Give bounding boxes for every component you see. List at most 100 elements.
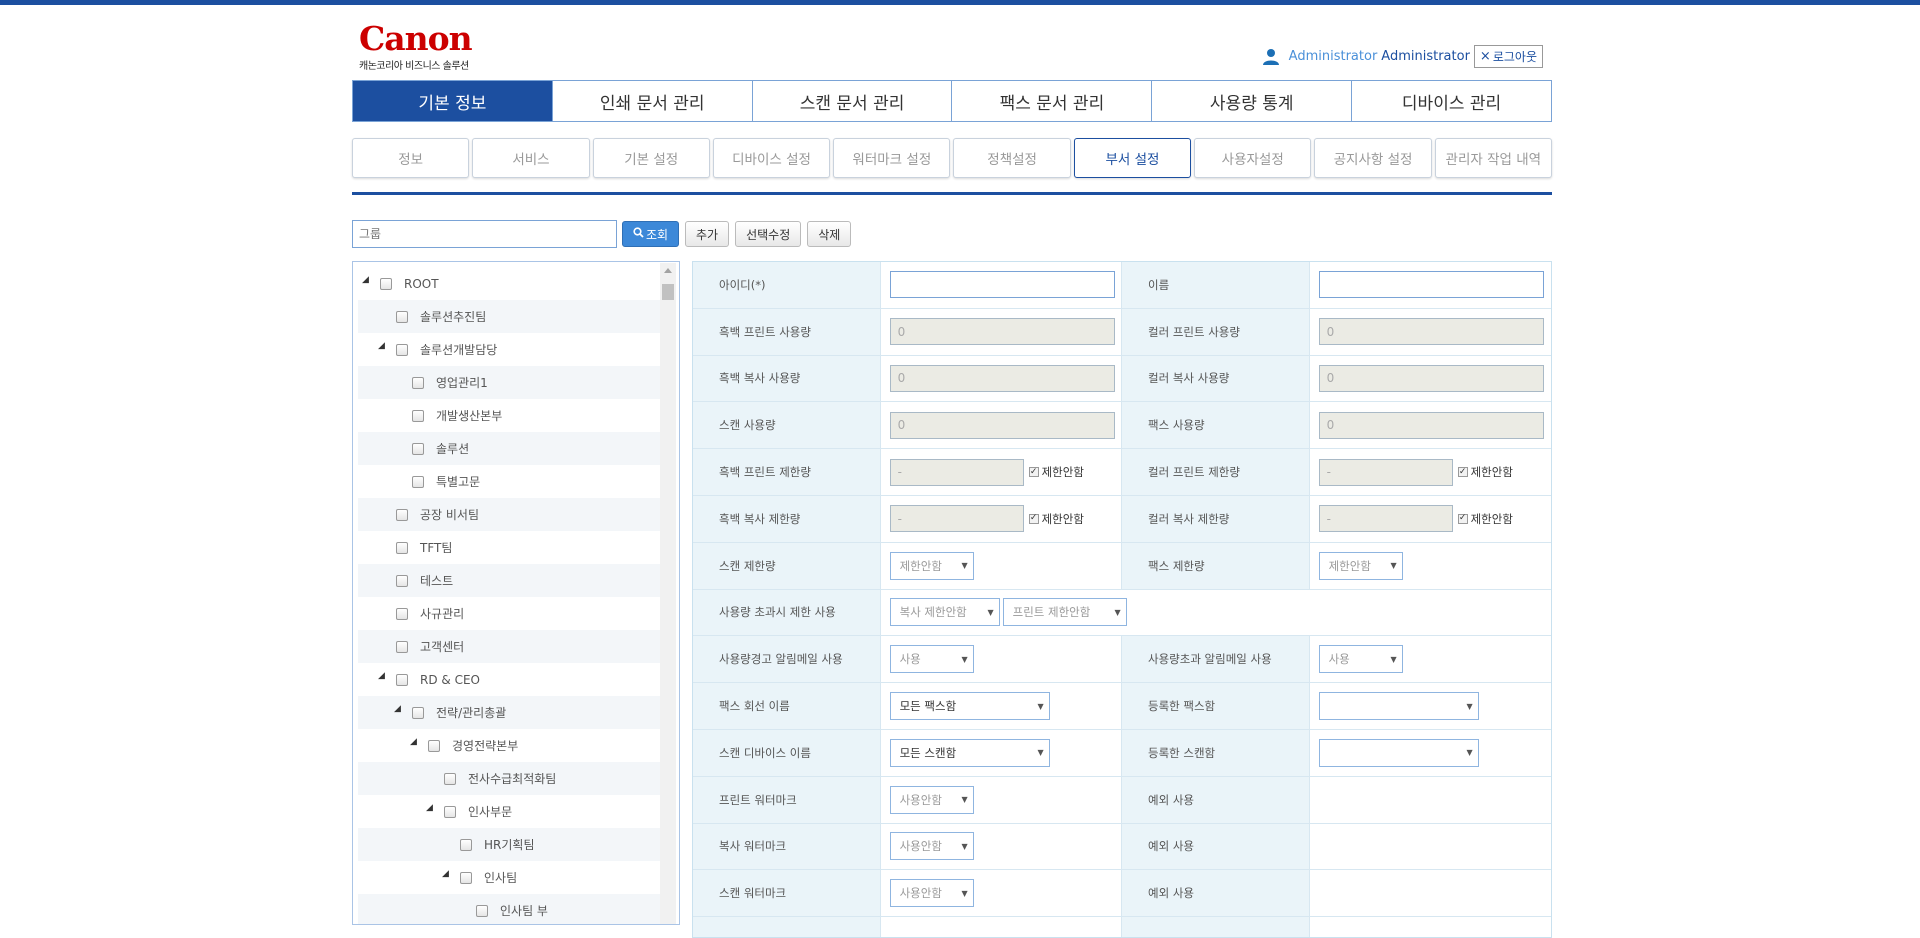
tree-node[interactable]: 솔루션 [358,432,664,465]
delete-button[interactable]: 삭제 [807,221,852,247]
tree-node[interactable]: ◢ 인사부문 [358,795,664,828]
tree-checkbox[interactable] [396,607,408,620]
copy-wm-select[interactable]: 사용안함 ▼ [889,832,974,861]
tree-checkbox[interactable] [412,442,424,455]
expand-arrow-icon[interactable]: ◢ [442,869,452,879]
tab-policy-settings[interactable]: 정책설정 [953,138,1071,178]
tree-checkbox[interactable] [396,673,408,686]
logout-button[interactable]: × 로그아웃 [1473,45,1543,68]
tree-node[interactable]: ◢ ROOT [358,267,664,300]
tree-checkbox[interactable] [396,343,408,356]
main-nav-print-docs[interactable]: 인쇄 문서 관리 [552,81,753,121]
color-print-limit-input[interactable]: - [1318,458,1453,486]
tree-checkbox[interactable] [428,739,440,752]
color-copy-limit-input[interactable]: - [1318,505,1453,533]
tree-checkbox[interactable] [444,772,456,785]
fax-limit-select[interactable]: 제한안함 ▼ [1318,551,1403,580]
tree-node[interactable]: ◢ 전략/관리총괄 [358,696,664,729]
search-button[interactable]: 조회 [622,221,679,247]
tree-node[interactable]: 영업관리1 [358,366,664,399]
scroll-up-icon[interactable] [664,268,672,273]
tree-node[interactable]: ◢ RD & CEO [358,663,664,696]
edit-selected-button[interactable]: 선택수정 [735,221,802,247]
fax-line-select[interactable]: 모든 팩스함 ▼ [889,692,1050,721]
over-mail-select[interactable]: 사용 ▼ [1318,645,1403,674]
expand-arrow-icon[interactable]: ◢ [410,737,420,747]
expand-arrow-icon[interactable]: ◢ [378,341,388,351]
tree-node-label: ROOT [404,276,439,291]
tree-node[interactable]: 인사팀 부 [358,894,664,924]
print-limit-select[interactable]: 프린트 제한안함 ▼ [1002,598,1127,627]
tree-checkbox[interactable] [396,508,408,521]
scan-device-select[interactable]: 모든 스캔함 ▼ [889,738,1050,767]
tree-node[interactable]: 특별고문 [358,465,664,498]
bw-copy-limit-input[interactable]: - [889,505,1024,533]
color-print-no-limit-checkbox[interactable]: ✓ 제한안함 [1457,464,1513,480]
tree-node[interactable]: 공장 비서팀 [358,498,664,531]
main-nav-basic-info[interactable]: 기본 정보 [353,81,553,121]
tree-checkbox[interactable] [412,409,424,422]
tree-node[interactable]: 개발생산본부 [358,399,664,432]
page-container: Canon 캐논코리아 비즈니스 솔루션 Administrator Admin… [352,0,1552,938]
tree-checkbox[interactable] [396,541,408,554]
tree-scrollbar[interactable] [660,263,676,924]
tree-node[interactable]: ◢ 경영전략본부 [358,729,664,762]
tree-node[interactable]: HR기획팀 [358,828,664,861]
tab-department-settings[interactable]: 부서 설정 [1073,138,1192,178]
tab-watermark-settings[interactable]: 워터마크 설정 [833,138,951,178]
color-copy-no-limit-checkbox[interactable]: ✓ 제한안함 [1457,511,1513,527]
tree-node[interactable]: 전사수급최적화팀 [358,762,664,795]
tree-checkbox[interactable] [412,706,424,719]
tree-checkbox[interactable] [396,574,408,587]
group-search-input[interactable] [352,220,617,248]
tab-user-settings[interactable]: 사용자설정 [1194,138,1312,178]
print-wm-select[interactable]: 사용안함 ▼ [889,785,974,814]
tree-node[interactable]: 솔루션추진팀 [358,300,664,333]
tree-node[interactable]: ◢ 솔루션개발담당 [358,333,664,366]
tab-device-settings[interactable]: 디바이스 설정 [712,138,831,178]
scan-limit-select[interactable]: 제한안함 ▼ [889,551,974,580]
tree-checkbox[interactable] [412,376,424,389]
reg-fax-select[interactable]: ▼ [1318,692,1479,721]
form-row: 사용량 초과시 제한 사용 복사 제한안함 ▼ 프린트 제한안함 ▼ [693,589,1551,637]
tree-checkbox[interactable] [444,805,456,818]
tree-checkbox[interactable] [412,475,424,488]
main-nav-usage-stats[interactable]: 사용량 통계 [1152,81,1353,121]
tree-checkbox[interactable] [396,640,408,653]
tab-notice-settings[interactable]: 공지사항 설정 [1314,138,1432,178]
tree-node[interactable]: TFT팀 [358,531,664,564]
tree-node[interactable]: 테스트 [358,564,664,597]
bw-print-limit-input[interactable]: - [889,458,1024,486]
tab-service[interactable]: 서비스 [472,138,590,178]
name-input[interactable] [1318,271,1544,299]
tree-node[interactable]: 사규관리 [358,597,664,630]
copy-limit-select[interactable]: 복사 제한안함 ▼ [889,598,1000,627]
main-nav-device-mgmt[interactable]: 디바이스 관리 [1352,81,1551,121]
reg-scan-select[interactable]: ▼ [1318,738,1479,767]
tree-checkbox[interactable] [460,838,472,851]
bw-print-no-limit-checkbox[interactable]: ✓ 제한안함 [1028,464,1084,480]
scan-wm-select[interactable]: 사용안함 ▼ [889,879,974,908]
tree-checkbox[interactable] [460,871,472,884]
tree-checkbox[interactable] [476,904,488,917]
expand-arrow-icon[interactable]: ◢ [426,803,436,813]
tree-node[interactable]: 고객센터 [358,630,664,663]
tab-admin-log[interactable]: 관리자 작업 내역 [1434,138,1552,178]
main-nav-scan-docs[interactable]: 스캔 문서 관리 [752,81,953,121]
id-input[interactable] [889,271,1115,299]
warn-mail-select[interactable]: 사용 ▼ [889,645,974,674]
tree-checkbox[interactable] [380,277,392,290]
tree-checkbox[interactable] [396,310,408,323]
over-mail-value: 사용 [1328,652,1350,667]
tree-node[interactable]: ◢ 인사팀 [358,861,664,894]
scroll-thumb[interactable] [662,284,674,300]
tab-info[interactable]: 정보 [352,138,470,178]
expand-arrow-icon[interactable]: ◢ [394,704,404,714]
bw-copy-no-limit-checkbox[interactable]: ✓ 제한안함 [1028,511,1084,527]
main-nav-fax-docs[interactable]: 팩스 문서 관리 [952,81,1153,121]
add-button[interactable]: 추가 [685,221,730,247]
tab-basic-settings[interactable]: 기본 설정 [592,138,710,178]
expand-arrow-icon[interactable]: ◢ [378,671,388,681]
canon-logo[interactable]: Canon 캐논코리아 비즈니스 솔루션 [359,22,473,73]
expand-arrow-icon[interactable]: ◢ [362,275,372,285]
